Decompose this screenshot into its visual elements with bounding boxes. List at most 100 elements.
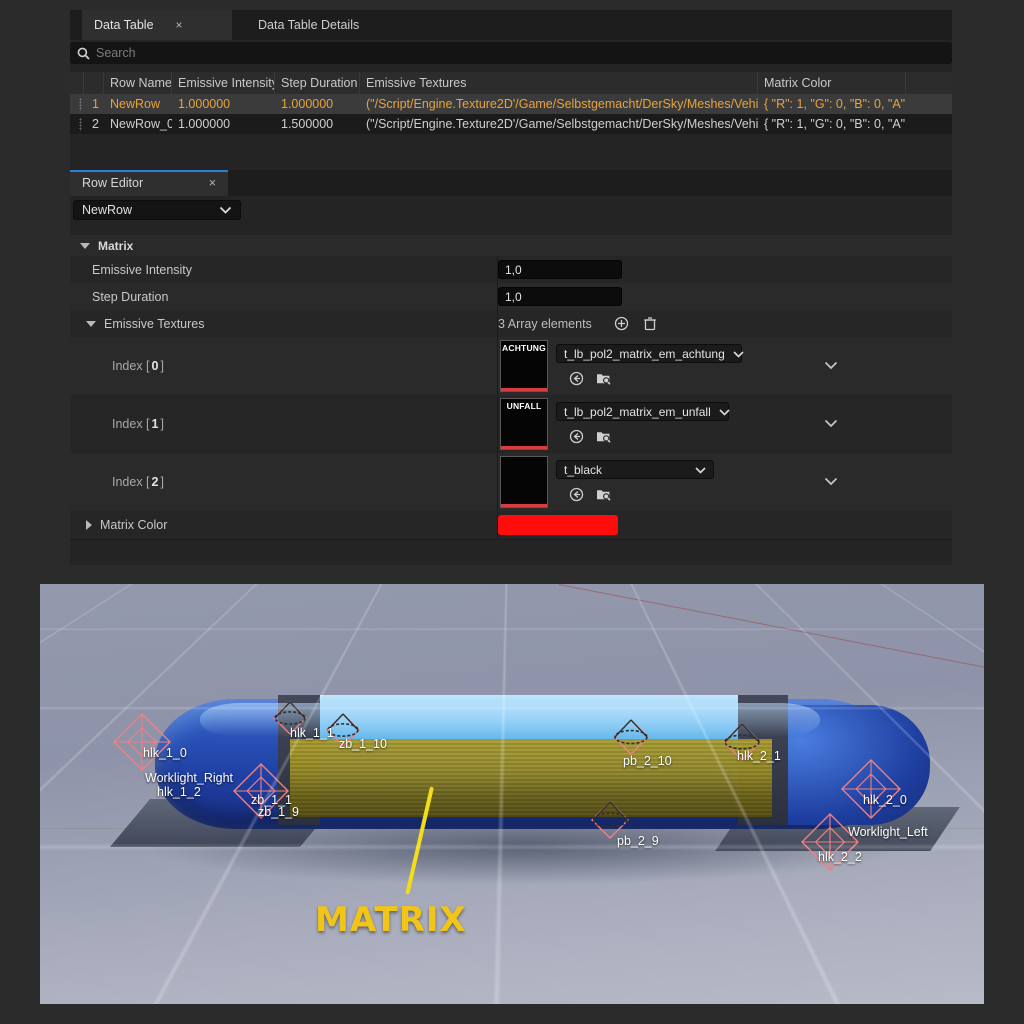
annotation-matrix-label: MATRIX bbox=[315, 900, 467, 940]
header-handle-spacer bbox=[70, 72, 84, 94]
column-header-emissive-textures[interactable]: Emissive Textures bbox=[360, 72, 758, 94]
property-matrix-color: Matrix Color bbox=[70, 511, 952, 540]
chevron-down-icon[interactable] bbox=[711, 405, 730, 419]
index-number: 0 bbox=[151, 359, 159, 373]
cell-row-name[interactable]: NewRow bbox=[104, 94, 172, 114]
search-icon bbox=[70, 47, 96, 60]
thumbnail-text: ACHTUNG bbox=[502, 343, 546, 353]
index-prefix: Index [ bbox=[112, 475, 150, 489]
cell-matrix-color[interactable]: { "R": 1, "G": 0, "B": 0, "A": 1 } bbox=[758, 94, 906, 114]
table-row[interactable]: 1 NewRow 1.000000 1.000000 ("/Script/Eng… bbox=[70, 94, 952, 114]
cell-step-duration[interactable]: 1.500000 bbox=[275, 114, 360, 134]
actor-label: hlk_2_1 bbox=[737, 749, 781, 763]
tab-data-table-details-label: Data Table Details bbox=[258, 18, 360, 32]
actor-label: hlk_1_1 bbox=[290, 726, 334, 740]
property-matrix-color-label: Matrix Color bbox=[100, 518, 168, 532]
array-element-count: 3 Array elements bbox=[498, 316, 592, 331]
tab-row-editor-label: Row Editor bbox=[82, 176, 144, 190]
thumbnail-type-bar bbox=[501, 446, 547, 449]
asset-name: t_lb_pol2_matrix_em_achtung bbox=[564, 346, 725, 361]
tab-row-editor[interactable]: Row Editor × bbox=[70, 170, 228, 196]
find-in-content-browser-icon[interactable] bbox=[594, 426, 614, 446]
property-emissive-intensity: Emissive Intensity 1,0 bbox=[70, 256, 952, 284]
actor-label: hlk_2_0 bbox=[863, 793, 907, 807]
array-item-1: Index [ 1 ] UNFALL t_lb_pol2_matrix_em_u… bbox=[70, 395, 952, 454]
emissive-intensity-input[interactable]: 1,0 bbox=[498, 260, 622, 279]
row-drag-handle[interactable] bbox=[70, 94, 84, 114]
browse-to-asset-icon[interactable] bbox=[566, 484, 586, 504]
column-header-step-duration[interactable]: Step Duration bbox=[275, 72, 360, 94]
find-in-content-browser-icon[interactable] bbox=[594, 368, 614, 388]
row-editor-panel: Row Editor × NewRow Matrix Emissive Inte… bbox=[70, 170, 952, 565]
search-input[interactable]: Search bbox=[96, 46, 136, 60]
property-step-duration-label: Step Duration bbox=[70, 283, 498, 310]
unreal-editor-screenshot: Data Table × Data Table Details Search R… bbox=[0, 0, 1024, 1024]
asset-thumbnail[interactable] bbox=[500, 456, 548, 508]
asset-picker-1[interactable]: t_lb_pol2_matrix_em_unfall bbox=[556, 402, 730, 421]
column-header-row-name[interactable]: Row Name bbox=[104, 72, 172, 94]
plus-circle-icon[interactable] bbox=[612, 314, 632, 334]
category-matrix[interactable]: Matrix bbox=[70, 235, 952, 257]
data-table-tabbar: Data Table × Data Table Details bbox=[70, 10, 952, 40]
tab-data-table[interactable]: Data Table × bbox=[82, 10, 232, 40]
chevron-down-icon[interactable] bbox=[725, 347, 744, 361]
column-header-matrix-color[interactable]: Matrix Color bbox=[758, 72, 906, 94]
table-row[interactable]: 2 NewRow_0 1.000000 1.500000 ("/Script/E… bbox=[70, 114, 952, 134]
browse-to-asset-icon[interactable] bbox=[566, 368, 586, 388]
property-emissive-intensity-label: Emissive Intensity bbox=[70, 256, 498, 283]
step-duration-input[interactable]: 1,0 bbox=[498, 287, 622, 306]
trash-icon[interactable] bbox=[640, 314, 660, 334]
index-prefix: Index [ bbox=[112, 359, 150, 373]
cell-emissive-textures[interactable]: ("/Script/Engine.Texture2D'/Game/Selbstg… bbox=[360, 94, 758, 114]
row-index: 1 bbox=[92, 97, 99, 111]
property-step-duration: Step Duration 1,0 bbox=[70, 283, 952, 311]
row-index: 2 bbox=[92, 117, 99, 131]
expand-asset-options-icon[interactable] bbox=[824, 359, 838, 373]
actor-label: hlk_1_2 bbox=[157, 785, 201, 799]
level-viewport[interactable]: hlk_1_0 Worklight_Right hlk_1_2 hlk_1_1 zb_1… bbox=[40, 584, 984, 1004]
asset-picker-0[interactable]: t_lb_pol2_matrix_em_achtung bbox=[556, 344, 744, 363]
expand-asset-options-icon[interactable] bbox=[824, 475, 838, 489]
vehicle-mesh[interactable] bbox=[109, 689, 960, 889]
asset-thumbnail[interactable]: ACHTUNG bbox=[500, 340, 548, 392]
cell-row-name[interactable]: NewRow_0 bbox=[104, 114, 172, 134]
row-drag-handle[interactable] bbox=[70, 114, 84, 134]
actor-label: hlk_2_2 bbox=[818, 850, 862, 864]
tab-row-editor-close-icon[interactable]: × bbox=[209, 176, 216, 190]
find-in-content-browser-icon[interactable] bbox=[594, 484, 614, 504]
index-number: 2 bbox=[151, 475, 159, 489]
asset-name: t_black bbox=[564, 462, 603, 477]
tab-data-table-close-icon[interactable]: × bbox=[176, 18, 183, 32]
thumbnail-text: UNFALL bbox=[506, 401, 542, 411]
cell-emissive-intensity[interactable]: 1.000000 bbox=[172, 94, 275, 114]
expander-down-icon[interactable] bbox=[86, 320, 96, 327]
expand-asset-options-icon[interactable] bbox=[824, 417, 838, 431]
index-suffix: ] bbox=[160, 475, 164, 489]
expander-right-icon[interactable] bbox=[86, 520, 92, 530]
browse-to-asset-icon[interactable] bbox=[566, 426, 586, 446]
matrix-color-swatch[interactable] bbox=[498, 515, 618, 535]
array-item-0: Index [ 0 ] ACHTUNG t_lb_pol2_matrix_em_… bbox=[70, 337, 952, 396]
property-emissive-textures-header[interactable]: Emissive Textures bbox=[70, 310, 498, 337]
cell-emissive-textures[interactable]: ("/Script/Engine.Texture2D'/Game/Selbstg… bbox=[360, 114, 758, 134]
tab-data-table-details[interactable]: Data Table Details bbox=[246, 10, 416, 40]
expander-down-icon[interactable] bbox=[80, 242, 90, 249]
cell-matrix-color[interactable]: { "R": 1, "G": 0, "B": 0, "A": 1 } bbox=[758, 114, 906, 134]
property-matrix-color-header[interactable]: Matrix Color bbox=[70, 511, 498, 539]
row-selector-dropdown[interactable]: NewRow bbox=[73, 200, 241, 220]
index-suffix: ] bbox=[160, 359, 164, 373]
data-table: Row Name Emissive Intensity Step Duratio… bbox=[70, 72, 952, 239]
index-number: 1 bbox=[151, 417, 159, 431]
row-selector-value: NewRow bbox=[82, 203, 133, 217]
actor-label: Worklight_Right bbox=[145, 771, 234, 785]
tab-data-table-label: Data Table bbox=[94, 18, 154, 32]
asset-picker-2[interactable]: t_black bbox=[556, 460, 714, 479]
property-emissive-textures-label: Emissive Textures bbox=[104, 316, 205, 331]
cell-step-duration[interactable]: 1.000000 bbox=[275, 94, 360, 114]
column-header-emissive-intensity[interactable]: Emissive Intensity bbox=[172, 72, 275, 94]
search-bar[interactable]: Search bbox=[70, 42, 952, 64]
actor-label: pb_2_10 bbox=[623, 754, 672, 768]
cell-emissive-intensity[interactable]: 1.000000 bbox=[172, 114, 275, 134]
chevron-down-icon[interactable] bbox=[687, 463, 706, 477]
asset-thumbnail[interactable]: UNFALL bbox=[500, 398, 548, 450]
